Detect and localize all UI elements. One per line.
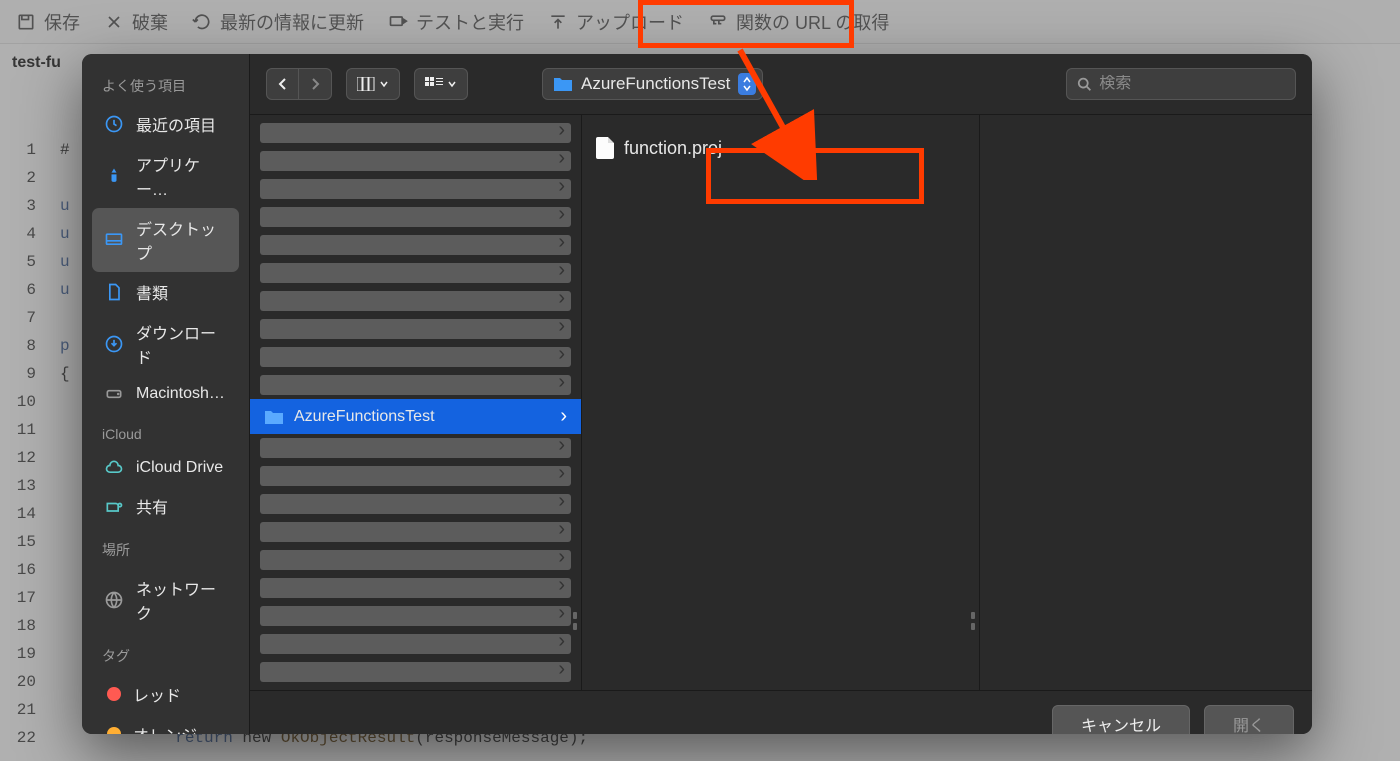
sidebar-item-label: iCloud Drive xyxy=(136,459,223,477)
chevron-down-icon xyxy=(447,79,457,89)
list-item[interactable] xyxy=(260,578,571,598)
file-row[interactable]: function.proj xyxy=(582,131,979,165)
list-item[interactable] xyxy=(260,347,571,367)
location-dropdown[interactable]: AzureFunctionsTest xyxy=(542,68,763,100)
list-item[interactable] xyxy=(260,494,571,514)
sidebar-item-recents[interactable]: 最近の項目 xyxy=(92,104,239,144)
sidebar-item-downloads[interactable]: ダウンロード xyxy=(92,312,239,376)
file-label: function.proj xyxy=(624,138,722,159)
list-item[interactable] xyxy=(260,634,571,654)
clock-icon xyxy=(104,114,124,134)
view-options[interactable] xyxy=(414,68,468,100)
folder-label: AzureFunctionsTest xyxy=(294,408,435,426)
list-item[interactable] xyxy=(260,438,571,458)
open-button[interactable]: 開く xyxy=(1204,705,1294,734)
cancel-button[interactable]: キャンセル xyxy=(1052,705,1190,734)
sidebar-item-label: アプリケー… xyxy=(136,152,227,200)
forward-button[interactable] xyxy=(299,69,331,99)
sidebar-item-desktop[interactable]: デスクトップ xyxy=(92,208,239,272)
folder-icon xyxy=(553,76,573,92)
file-open-dialog: よく使う項目 最近の項目 アプリケー… デスクトップ 書類 ダウンロード Mac… xyxy=(82,54,1312,734)
disk-icon xyxy=(104,384,124,404)
list-item[interactable] xyxy=(260,606,571,626)
list-item[interactable] xyxy=(260,550,571,570)
globe-icon xyxy=(104,590,124,610)
dialog-main: AzureFunctionsTest xyxy=(250,54,1312,734)
column-3 xyxy=(980,115,1312,690)
back-button[interactable] xyxy=(267,69,299,99)
sidebar-item-label: ダウンロード xyxy=(136,320,227,368)
dialog-footer: キャンセル 開く xyxy=(250,690,1312,734)
sidebar-item-label: ネットワーク xyxy=(136,576,227,624)
sidebar-item-documents[interactable]: 書類 xyxy=(92,272,239,312)
list-item[interactable] xyxy=(260,662,571,682)
sidebar-head-favorites: よく使う項目 xyxy=(102,76,239,96)
sidebar-item-shared[interactable]: 共有 xyxy=(92,486,239,526)
column-2: function.proj xyxy=(582,115,980,690)
search-input[interactable] xyxy=(1099,75,1285,93)
folder-icon xyxy=(264,409,284,425)
chevron-down-icon xyxy=(379,79,389,89)
list-item[interactable] xyxy=(260,291,571,311)
list-item[interactable] xyxy=(260,235,571,255)
column-resize-handle[interactable] xyxy=(971,612,975,630)
column-resize-handle[interactable] xyxy=(573,612,577,630)
app-icon xyxy=(104,166,124,186)
sidebar-head-icloud: iCloud xyxy=(102,426,239,442)
sidebar-item-network[interactable]: ネットワーク xyxy=(92,568,239,632)
doc-icon xyxy=(104,282,124,302)
list-item[interactable] xyxy=(260,263,571,283)
column-browser: AzureFunctionsTest fu xyxy=(250,114,1312,690)
tag-dot-icon xyxy=(107,727,121,734)
sidebar-item-icloud-drive[interactable]: iCloud Drive xyxy=(92,450,239,486)
column-1: AzureFunctionsTest xyxy=(250,115,582,690)
cloud-icon xyxy=(104,458,124,478)
location-label: AzureFunctionsTest xyxy=(581,74,730,94)
sidebar-item-label: デスクトップ xyxy=(136,216,227,264)
sidebar-item-macintosh[interactable]: Macintosh… xyxy=(92,376,239,412)
file-icon xyxy=(596,137,614,159)
columns-icon xyxy=(357,77,375,91)
dialog-sidebar: よく使う項目 最近の項目 アプリケー… デスクトップ 書類 ダウンロード Mac… xyxy=(82,54,250,734)
sidebar-item-label: オレンジ xyxy=(133,722,197,734)
sidebar-item-label: 最近の項目 xyxy=(136,112,216,136)
desktop-icon xyxy=(104,230,124,250)
chevron-left-icon xyxy=(277,78,289,90)
dialog-toolbar: AzureFunctionsTest xyxy=(250,54,1312,114)
nav-buttons xyxy=(266,68,332,100)
chevron-right-icon xyxy=(309,78,321,90)
list-item[interactable] xyxy=(260,466,571,486)
sidebar-item-label: 書類 xyxy=(136,280,168,304)
columns-view-button[interactable] xyxy=(347,69,399,99)
sidebar-head-locations: 場所 xyxy=(102,540,239,560)
blurred-folder-list xyxy=(250,434,581,686)
list-item[interactable] xyxy=(260,522,571,542)
search-icon xyxy=(1077,76,1091,92)
share-icon xyxy=(104,496,124,516)
view-mode-selector[interactable] xyxy=(346,68,400,100)
sidebar-item-label: レッド xyxy=(133,682,181,706)
list-item[interactable] xyxy=(260,375,571,395)
list-item[interactable] xyxy=(260,207,571,227)
list-item[interactable] xyxy=(260,319,571,339)
tag-dot-icon xyxy=(107,687,121,701)
blurred-folder-list xyxy=(250,119,581,399)
sidebar-tag-red[interactable]: レッド xyxy=(92,674,239,714)
list-item[interactable] xyxy=(260,151,571,171)
sidebar-item-label: Macintosh… xyxy=(136,385,225,403)
sidebar-head-tags: タグ xyxy=(102,646,239,666)
group-button[interactable] xyxy=(415,69,467,99)
grid-icon xyxy=(425,77,443,91)
updown-icon xyxy=(738,73,756,95)
download-icon xyxy=(104,334,124,354)
folder-row-selected[interactable]: AzureFunctionsTest xyxy=(250,399,581,434)
list-item[interactable] xyxy=(260,179,571,199)
sidebar-tag-orange[interactable]: オレンジ xyxy=(92,714,239,734)
list-item[interactable] xyxy=(260,123,571,143)
sidebar-item-applications[interactable]: アプリケー… xyxy=(92,144,239,208)
search-box[interactable] xyxy=(1066,68,1296,100)
sidebar-item-label: 共有 xyxy=(136,494,168,518)
